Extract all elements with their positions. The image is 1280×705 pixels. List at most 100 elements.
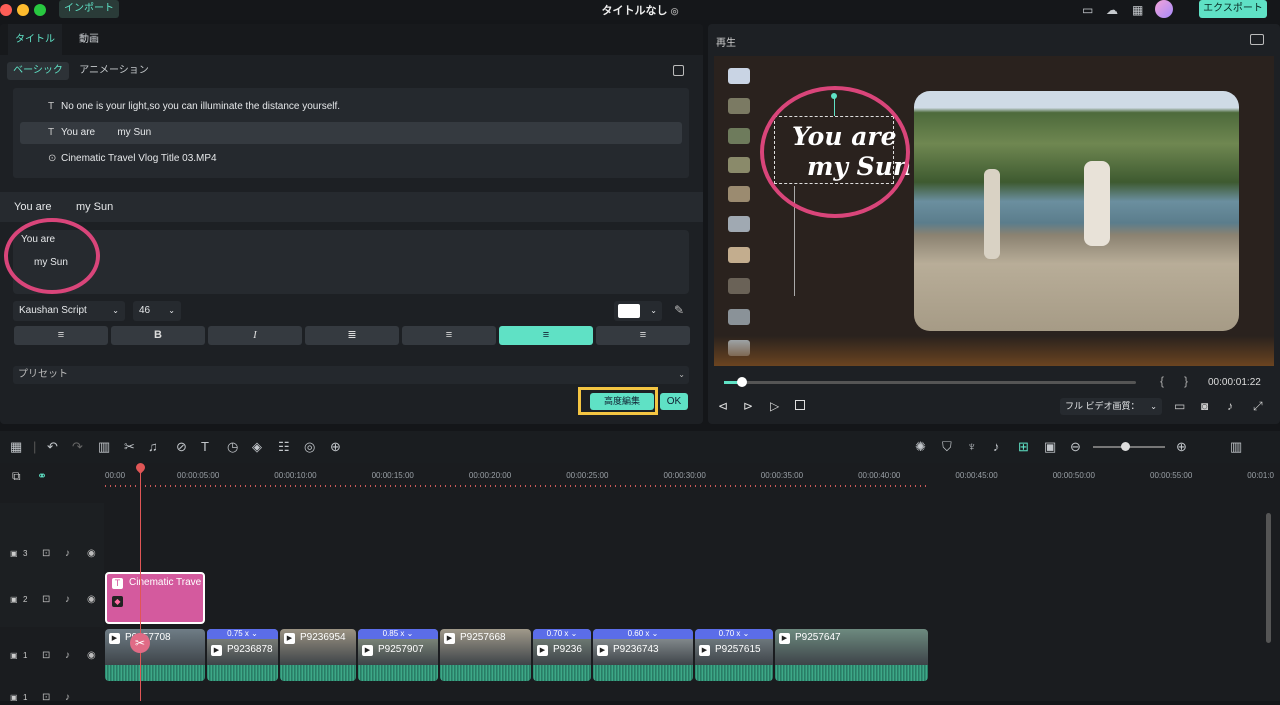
grid-icon[interactable]: ▦ — [1132, 3, 1143, 17]
minimize-window-button[interactable] — [17, 4, 29, 16]
preview-canvas[interactable]: You are my Sun — [714, 56, 1274, 366]
tab-title[interactable]: タイトル — [8, 24, 62, 55]
font-size-select[interactable]: 46 ⌄ — [133, 301, 181, 321]
lock-icon[interactable]: ⊡ — [42, 692, 50, 703]
avatar[interactable] — [1155, 0, 1173, 18]
undo-icon[interactable]: ↶ — [47, 439, 58, 455]
delete-icon[interactable]: ▥ — [98, 439, 110, 455]
justify-button[interactable]: ≣ — [305, 326, 399, 345]
timer-icon[interactable]: ◷ — [227, 439, 238, 455]
title-text-input[interactable]: You are my Sun — [13, 230, 689, 294]
import-button[interactable]: インポート — [59, 0, 119, 18]
speaker-icon[interactable]: ♪ — [65, 692, 70, 703]
video-clip[interactable]: 0.85 x ⌄ ▶ P9257907 — [358, 629, 438, 681]
text-icon[interactable]: T — [201, 439, 209, 454]
ai-icon[interactable]: ⊕ — [330, 439, 341, 455]
thumbnail — [728, 309, 750, 325]
video-clip[interactable]: ▶ P9257647 — [775, 629, 928, 681]
italic-button[interactable]: I — [208, 326, 302, 345]
align-left-button[interactable]: ≡ — [402, 326, 496, 345]
volume-icon[interactable]: ♪ — [1227, 399, 1233, 413]
music-icon[interactable]: ♪ — [993, 439, 1000, 454]
video-clip[interactable]: 0.70 x ⌄ ▶ P9236 — [533, 629, 591, 681]
close-window-button[interactable] — [0, 4, 12, 16]
list-item[interactable]: ⊙ Cinematic Travel Vlog Title 03.MP4 — [20, 148, 682, 170]
eyedropper-icon[interactable]: ✎ — [674, 303, 684, 317]
audio-waveform — [358, 665, 438, 681]
subtab-animation[interactable]: アニメーション — [76, 62, 152, 80]
align-right-button[interactable]: ≡ — [596, 326, 690, 345]
timeline-scrollbar[interactable] — [1266, 513, 1271, 643]
video-clip[interactable]: 0.70 x ⌄ ▶ P9257615 — [695, 629, 773, 681]
video-clip[interactable]: ▶ P9236954 — [280, 629, 356, 681]
zoom-in-icon[interactable]: ⊕ — [1176, 439, 1187, 455]
adjust-icon[interactable]: ☷ — [278, 439, 290, 455]
list-item[interactable]: T No one is your light,so you can illumin… — [20, 96, 682, 118]
eye-icon[interactable]: ◉ — [87, 548, 96, 559]
scissors-icon[interactable]: ✂ — [124, 439, 135, 455]
video-clip[interactable]: 0.60 x ⌄ ▶ P9236743 — [593, 629, 693, 681]
snap-icon[interactable]: ⊞ — [1018, 439, 1029, 455]
step-forward-icon[interactable]: ⊳ — [743, 399, 753, 413]
save-icon[interactable] — [673, 65, 684, 76]
speaker-icon[interactable]: ♪ — [65, 594, 70, 605]
lock-icon[interactable]: ⊡ — [42, 548, 50, 559]
align-center-button[interactable]: ≡ — [499, 326, 593, 345]
eye-icon[interactable]: ◉ — [87, 594, 96, 605]
add-track-icon[interactable]: ⧉ — [12, 469, 21, 484]
stop-icon[interactable] — [795, 400, 805, 410]
render-icon[interactable]: ✺ — [915, 439, 926, 455]
zoom-out-icon[interactable]: ⊖ — [1070, 439, 1081, 455]
list-item[interactable]: T You are my Sun — [20, 122, 682, 144]
preset-dropdown[interactable]: プリセット ⌄ — [13, 366, 689, 384]
play-icon[interactable]: ▷ — [770, 399, 779, 413]
ok-button[interactable]: OK — [660, 393, 688, 410]
eye-icon[interactable]: ◉ — [87, 650, 96, 661]
grid-icon[interactable]: ▦ — [10, 439, 22, 455]
playhead-handle[interactable] — [737, 377, 747, 387]
video-clip[interactable]: ▶P9257708 — [105, 629, 205, 681]
speaker-icon[interactable]: ♪ — [65, 548, 70, 559]
camera-icon[interactable]: ◙ — [1201, 399, 1208, 413]
speaker-icon[interactable]: ♪ — [65, 650, 70, 661]
quality-select[interactable]: フル ビデオ画質： ⌄ — [1060, 398, 1162, 415]
mark-in-icon[interactable]: { — [1160, 374, 1164, 388]
tag-icon[interactable]: ⊘ — [176, 439, 187, 455]
zoom-slider-handle[interactable] — [1121, 442, 1130, 451]
audio-icon[interactable]: ♫ — [148, 439, 158, 454]
color-icon[interactable]: ◈ — [252, 439, 262, 455]
playback-progress-bar[interactable] — [724, 381, 1136, 384]
line-spacing-button[interactable]: ≡ — [14, 326, 108, 345]
monitor-icon[interactable]: ▭ — [1174, 399, 1185, 413]
tab-video[interactable]: 動画 — [66, 24, 112, 55]
lock-icon[interactable]: ⊡ — [42, 650, 50, 661]
speed-icon[interactable]: ◎ — [304, 439, 315, 455]
export-button[interactable]: エクスポート — [1199, 0, 1267, 18]
maximize-window-button[interactable] — [34, 4, 46, 16]
snapshot-icon[interactable] — [1250, 34, 1264, 45]
shield-icon[interactable]: ⛉ — [942, 439, 952, 455]
lock-icon[interactable]: ⊡ — [42, 594, 50, 605]
color-select[interactable]: ⌄ — [614, 301, 662, 321]
layout-icon[interactable]: ▭ — [1082, 3, 1093, 17]
title-clip[interactable]: T Cinematic Trave ◆ — [105, 572, 205, 624]
speed-badge: 0.60 x ⌄ — [593, 629, 693, 639]
split-scissors-icon[interactable]: ✂ — [130, 633, 150, 653]
cloud-icon[interactable]: ☁ — [1106, 3, 1118, 17]
fullscreen-icon[interactable]: ⤢ — [1253, 399, 1263, 414]
advanced-edit-button[interactable]: 高度編集 — [590, 393, 654, 410]
caption-icon[interactable]: ▣ — [1044, 439, 1056, 455]
layout-menu-icon[interactable]: ▥ — [1230, 439, 1242, 455]
bold-button[interactable]: B — [111, 326, 205, 345]
video-clip[interactable]: 0.75 x ⌄ ▶ P9236878 — [207, 629, 278, 681]
font-select[interactable]: Kaushan Script ⌄ — [13, 301, 125, 321]
microphone-icon[interactable]: ♆ — [967, 439, 977, 454]
mark-out-icon[interactable]: } — [1184, 374, 1188, 388]
ruler-tick-label: 00:00:50:00 — [1052, 471, 1095, 480]
subtab-basic[interactable]: ベーシック — [7, 62, 69, 80]
redo-icon[interactable]: ↷ — [72, 439, 83, 455]
link-icon[interactable]: ⚭ — [37, 469, 47, 483]
timecode: 00:00:01:22 — [1208, 377, 1261, 388]
step-back-icon[interactable]: ⊲ — [718, 399, 728, 413]
video-clip[interactable]: ▶ P9257668 — [440, 629, 531, 681]
